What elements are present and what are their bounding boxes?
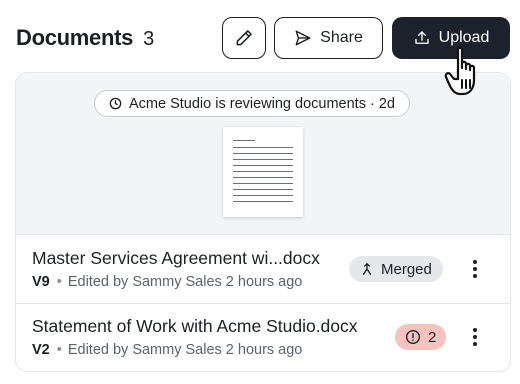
issues-count: 2 [428,328,437,346]
documents-card: Acme Studio is reviewing documents · 2d … [15,72,511,372]
document-row[interactable]: Statement of Work with Acme Studio.docx … [16,304,510,371]
clock-icon [109,97,122,110]
pencil-icon [236,30,252,46]
documents-header: Documents 3 Share Upload [16,16,512,62]
document-meta: V9 • Edited by Sammy Sales 2 hours ago [32,274,302,290]
send-icon [295,30,311,46]
more-vertical-icon [473,328,477,332]
share-button[interactable]: Share [274,17,383,59]
more-vertical-icon [473,260,477,264]
merged-badge: Merged [349,256,443,282]
review-status-text: Acme Studio is reviewing documents · 2d [129,95,395,112]
review-status-pill: Acme Studio is reviewing documents · 2d [94,90,410,117]
page-title: Documents [16,25,134,50]
merged-badge-label: Merged [381,260,432,278]
document-name: Statement of Work with Acme Studio.docx [32,316,358,336]
document-row[interactable]: Master Services Agreement wi...docx V9 •… [16,236,510,304]
more-options-button[interactable] [462,323,488,351]
document-preview[interactable]: Acme Studio is reviewing documents · 2d [16,73,510,235]
document-count: 3 [143,28,155,50]
version-label: V2 [32,342,50,358]
version-label: V9 [32,274,50,290]
upload-label: Upload [438,29,490,46]
document-thumbnail[interactable] [223,127,303,217]
upload-icon [414,31,429,44]
edit-button[interactable] [222,17,266,59]
issues-badge[interactable]: 2 [395,324,447,350]
share-label: Share [320,29,363,46]
meta-separator: • [56,274,62,290]
merge-icon [362,263,372,275]
edited-text: Edited by Sammy Sales 2 hours ago [67,274,303,290]
document-name: Master Services Agreement wi...docx [32,248,320,268]
alert-circle-icon [406,330,420,344]
edited-text: Edited by Sammy Sales 2 hours ago [67,342,303,358]
document-meta: V2 • Edited by Sammy Sales 2 hours ago [32,342,302,358]
upload-button[interactable]: Upload [392,17,510,59]
meta-separator: • [56,342,62,358]
title-group: Documents 3 [16,25,154,51]
more-options-button[interactable] [462,255,488,283]
